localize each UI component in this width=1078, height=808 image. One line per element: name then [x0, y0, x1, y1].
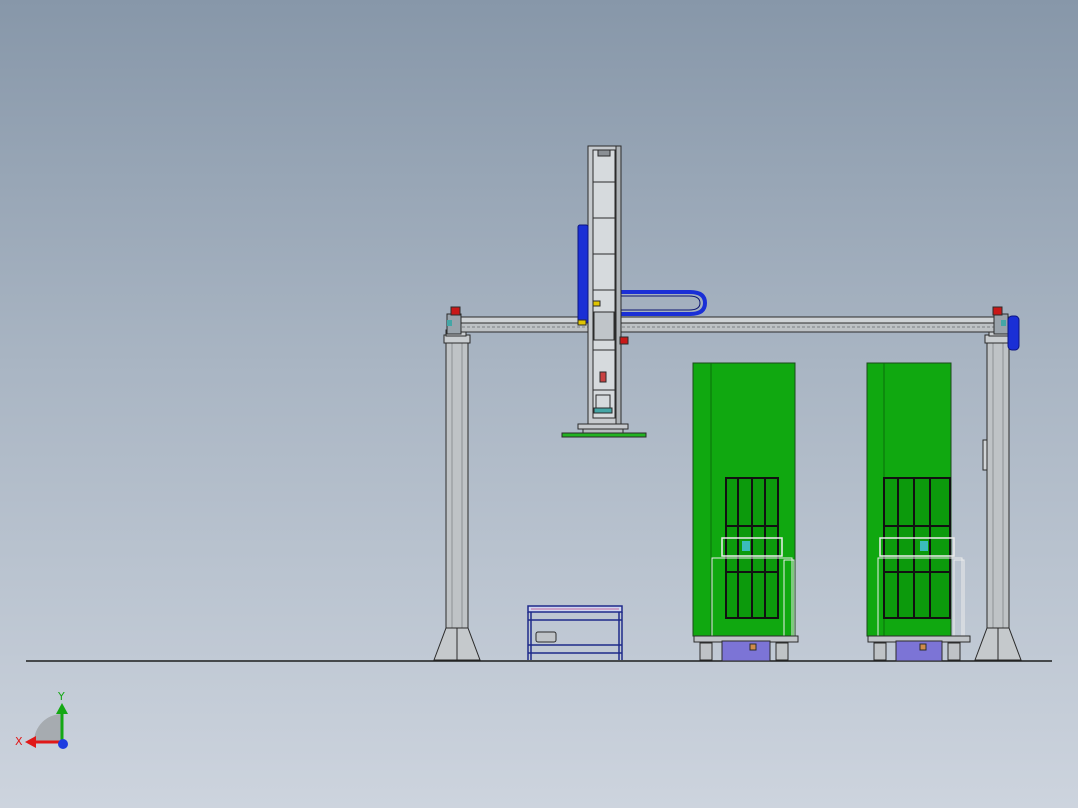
- z-teal-clamp: [593, 407, 613, 414]
- z-drive-motor[interactable]: [577, 224, 589, 324]
- z-carriage-block: [593, 311, 615, 341]
- right-gantry-column[interactable]: [974, 329, 1022, 661]
- machine-cabinet-right[interactable]: [866, 362, 965, 639]
- gantry-robot-assembly-model[interactable]: Y X: [0, 0, 1078, 808]
- z-mount-yellow: [577, 319, 587, 326]
- right-end-stop: [992, 306, 1003, 316]
- triad-y-arrowhead: [56, 703, 68, 714]
- machine-base-right: [867, 635, 971, 662]
- left-end-stop: [450, 306, 461, 316]
- z-actuator-red: [599, 371, 607, 383]
- right-beam-bracket: [1001, 320, 1006, 326]
- triad-x-label: X: [15, 735, 23, 748]
- coordinate-triad: Y X: [15, 690, 68, 749]
- triad-y-label: Y: [57, 690, 65, 703]
- cable-chain-inner: [612, 295, 701, 311]
- cable-chain: [612, 290, 708, 316]
- cart-top-rail: [531, 608, 619, 610]
- vertical-axis-column[interactable]: [587, 145, 622, 429]
- cad-graphics-viewport[interactable]: Y X: [0, 0, 1078, 808]
- cart-motor: [535, 631, 557, 643]
- z-sensor-yellow: [592, 300, 601, 307]
- z-brake-red: [619, 336, 629, 345]
- left-beam-bracket: [447, 320, 452, 326]
- machine-cabinet-left[interactable]: [692, 362, 796, 639]
- x-axis-beam[interactable]: [446, 313, 1010, 335]
- triad-x-arrowhead: [25, 736, 36, 748]
- triad-plane: [34, 714, 62, 742]
- x-drive-motor[interactable]: [1007, 315, 1020, 351]
- machine-base-left: [693, 635, 799, 662]
- left-gantry-column[interactable]: [433, 329, 481, 661]
- gripper-end-effector[interactable]: [561, 423, 647, 438]
- triad-z-axis: [58, 739, 68, 749]
